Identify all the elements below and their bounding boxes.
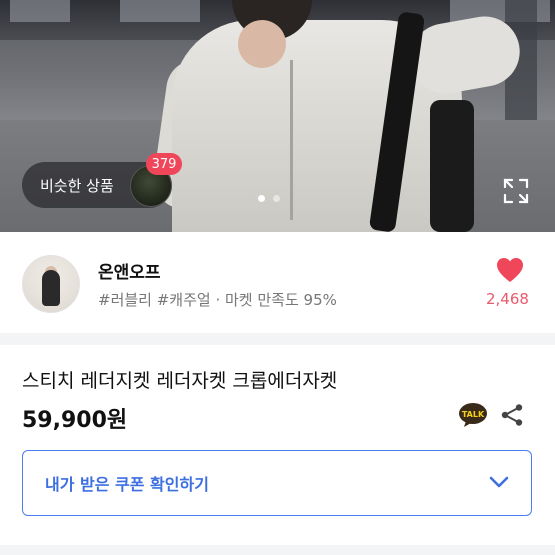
expand-icon[interactable] [503,178,529,204]
section-divider [0,545,555,555]
seller-name[interactable]: 온앤오프 [98,258,161,283]
jacket-zipper [290,60,293,220]
carousel-indicator [258,195,280,202]
product-price: 59,900원 [22,408,128,433]
model-hand [238,20,286,68]
similar-count-badge: 379 [146,153,182,175]
avatar-figure [42,270,60,306]
seller-tags: #러블리 #캐주얼 · 마켓 만족도 95% [98,291,337,309]
chevron-down-icon [489,476,509,488]
like-count: 2,468 [486,290,529,308]
share-icon[interactable] [500,403,524,427]
coupon-check-button[interactable]: 내가 받은 쿠폰 확인하기 [22,450,532,516]
carousel-dot[interactable] [273,195,280,202]
seller-avatar[interactable] [22,255,80,313]
background-window [10,0,70,22]
heart-icon[interactable] [496,257,524,283]
background-window [120,0,200,22]
talk-label: TALK [462,410,485,419]
product-title: 스티치 레더지켓 레더자켓 크롭에더자켓 [22,370,338,392]
coupon-label: 내가 받은 쿠폰 확인하기 [45,475,209,494]
similar-products-label: 비슷한 상품 [40,176,114,195]
bag [430,100,474,232]
carousel-dot[interactable] [258,195,265,202]
section-divider [0,333,555,345]
kakao-talk-icon[interactable]: TALK [458,402,488,428]
